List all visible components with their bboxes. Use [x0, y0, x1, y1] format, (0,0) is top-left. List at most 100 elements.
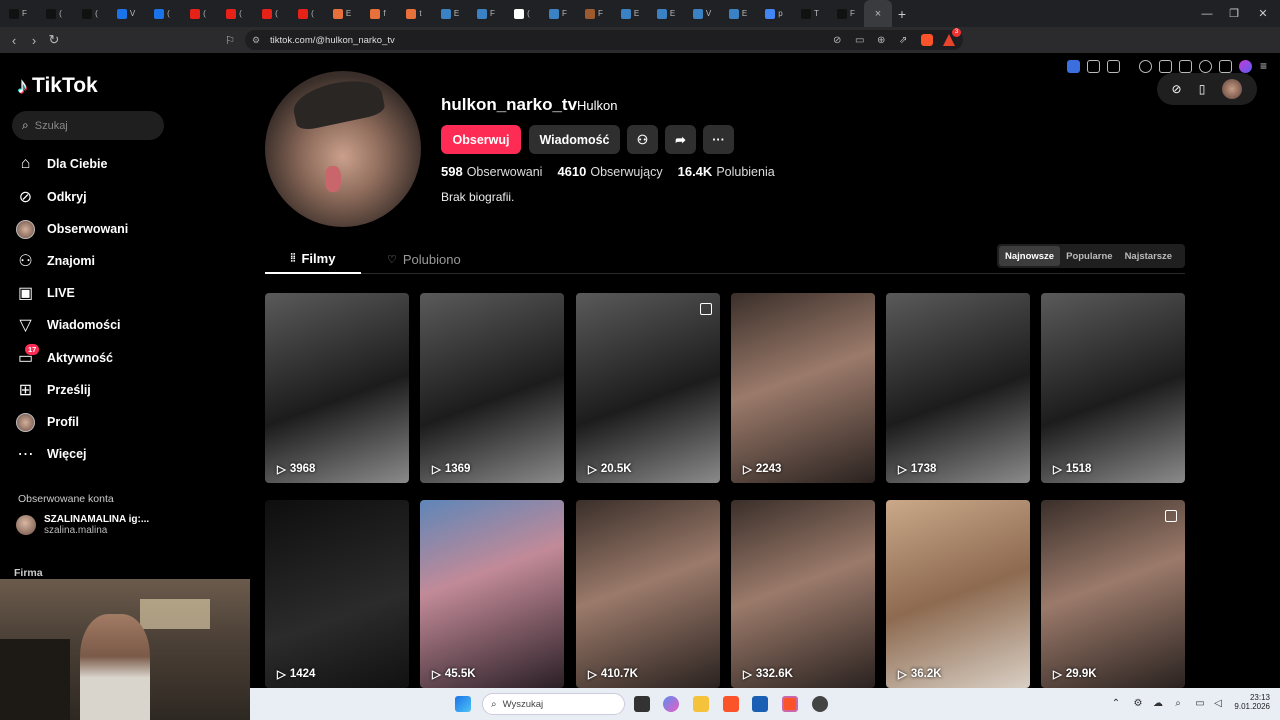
active-browser-tab[interactable]: × [864, 0, 892, 27]
video-thumbnail[interactable]: ▷ 20.5K [576, 293, 720, 483]
share-profile-button[interactable]: ➦ [665, 125, 696, 154]
video-thumbnail[interactable]: ▷ 1369 [420, 293, 564, 483]
app-icon[interactable] [812, 696, 828, 712]
add-friend-button[interactable]: ⚇ [627, 125, 658, 154]
browser-tab[interactable]: ( [216, 0, 252, 27]
browser-tab[interactable]: ( [36, 0, 72, 27]
menu-icon[interactable]: ≡ [1260, 59, 1267, 73]
task-view-icon[interactable] [634, 696, 650, 712]
compass-icon[interactable]: ⊘ [1172, 82, 1182, 96]
brave-active-icon[interactable] [782, 696, 798, 712]
sidebar-item-wiadomości[interactable]: ▽ Wiadomości [16, 314, 120, 336]
browser-tab[interactable]: F [468, 0, 504, 27]
browser-tab[interactable]: E [432, 0, 468, 27]
close-window-button[interactable]: ✕ [1246, 0, 1280, 27]
file-explorer-icon[interactable] [693, 696, 709, 712]
zoom-icon[interactable]: ⊕ [877, 35, 885, 46]
onedrive-icon[interactable]: ☁ [1152, 698, 1164, 710]
profile-extension-icon[interactable] [1239, 60, 1252, 73]
sidebar-item-aktywność[interactable]: ▭ 17 Aktywność [16, 343, 113, 369]
site-info-icon[interactable]: ⚙ [252, 35, 260, 46]
search-input[interactable]: ⌕ Szukaj [12, 111, 164, 140]
video-thumbnail[interactable]: ▷ 1424 [265, 500, 409, 688]
more-options-button[interactable]: ··· [703, 125, 734, 154]
follow-button[interactable]: Obserwuj [441, 125, 521, 154]
reload-button[interactable]: ↻ [44, 30, 64, 50]
browser-tab[interactable]: E [612, 0, 648, 27]
browser-tab[interactable]: ( [504, 0, 540, 27]
browser-tab[interactable]: ( [72, 0, 108, 27]
tiktok-logo[interactable]: ♪ TikTok [17, 73, 98, 99]
puzzle-extension-icon[interactable] [1087, 60, 1100, 73]
sidebar-item-więcej[interactable]: ⋯ Więcej [16, 443, 87, 465]
followed-account-item[interactable]: SZALINAMALINA ig:... szalina.malina [16, 514, 149, 536]
profile-stat[interactable]: 598 Obserwowani [441, 164, 542, 179]
url-bar[interactable]: ⚙ tiktok.com/@hulkon_narko_tv ⊘ ▭ ⊕ ⇗ 3 [245, 28, 963, 50]
video-thumbnail[interactable]: ▷ 45.5K [420, 500, 564, 688]
browser-tab[interactable]: F [576, 0, 612, 27]
start-button[interactable] [455, 696, 471, 712]
sidebar-item-odkryj[interactable]: ⊘ Odkryj [16, 186, 87, 208]
footer-heading[interactable]: Firma [14, 567, 43, 579]
sidebar-item-znajomi[interactable]: ⚇ Znajomi [16, 250, 95, 272]
browser-tab[interactable]: E [720, 0, 756, 27]
browser-tab[interactable]: f [360, 0, 396, 27]
sidebar-item-profil[interactable]: Profil [16, 411, 79, 433]
sidebar-item-dla-ciebie[interactable]: ⌂ Dla Ciebie [16, 153, 108, 175]
sidebar-icon[interactable] [1159, 60, 1172, 73]
video-thumbnail[interactable]: ▷ 410.7K [576, 500, 720, 688]
leo-icon[interactable] [1199, 60, 1212, 73]
sidebar-item-obserwowani[interactable]: Obserwowani [16, 218, 128, 240]
tab-liked[interactable]: ♡ Polubiono [387, 244, 461, 274]
no-camera-icon[interactable]: ⊘ [833, 35, 841, 46]
tray-chevron-icon[interactable]: ⌃ [1110, 698, 1122, 710]
browser-tab[interactable]: E [648, 0, 684, 27]
brave-shields-icon[interactable] [921, 34, 933, 46]
video-thumbnail[interactable]: ▷ 332.6K [731, 500, 875, 688]
store-icon[interactable] [752, 696, 768, 712]
video-thumbnail[interactable]: ▷ 36.2K [886, 500, 1030, 688]
phone-app-icon[interactable]: ▯ [1199, 82, 1206, 96]
sidebar-item-prześlij[interactable]: ⊞ Prześlij [16, 379, 91, 401]
browser-tab[interactable]: p [756, 0, 792, 27]
video-thumbnail[interactable]: ▷ 29.9K [1041, 500, 1185, 688]
video-thumbnail[interactable]: ▷ 1518 [1041, 293, 1185, 483]
extension-icon[interactable] [1067, 60, 1080, 73]
profile-stat[interactable]: 4610 Obserwujący [557, 164, 662, 179]
bookmark-icon[interactable]: ⚐ [220, 30, 240, 50]
browser-tab[interactable]: t [396, 0, 432, 27]
user-avatar[interactable] [1222, 79, 1243, 99]
cast-icon[interactable]: ▭ [855, 35, 864, 46]
browser-tab[interactable]: V [108, 0, 144, 27]
copilot-icon[interactable] [663, 696, 679, 712]
browser-tab[interactable]: V [684, 0, 720, 27]
browser-tab[interactable]: ( [144, 0, 180, 27]
system-clock[interactable]: 23:13 9.01.2026 [1230, 693, 1270, 711]
browser-tab[interactable]: ( [252, 0, 288, 27]
sort-option-popularne[interactable]: Popularne [1060, 246, 1118, 266]
browser-tab[interactable]: F [828, 0, 864, 27]
tray-app-icon[interactable]: ⚙ [1132, 698, 1144, 710]
taskbar-search[interactable]: ⌕ Wyszukaj [482, 693, 625, 715]
sort-option-najnowsze[interactable]: Najnowsze [999, 246, 1061, 266]
tab-films[interactable]: ⦙⦙ Filmy [265, 244, 361, 274]
browser-tab[interactable]: ( [288, 0, 324, 27]
new-tab-button[interactable]: + [892, 6, 912, 22]
browser-tab[interactable]: T [792, 0, 828, 27]
video-thumbnail[interactable]: ▷ 3968 [265, 293, 409, 483]
microphone-icon[interactable]: ⌕ [1172, 698, 1184, 710]
screenshot-extension-icon[interactable] [1107, 60, 1120, 73]
media-icon[interactable] [1139, 60, 1152, 73]
browser-tab[interactable]: ( [180, 0, 216, 27]
wallet-icon[interactable] [1179, 60, 1192, 73]
vpn-icon[interactable] [1219, 60, 1232, 73]
video-thumbnail[interactable]: ▷ 2243 [731, 293, 875, 483]
brave-browser-icon[interactable] [723, 696, 739, 712]
video-thumbnail[interactable]: ▷ 1738 [886, 293, 1030, 483]
browser-tab[interactable]: F [540, 0, 576, 27]
back-button[interactable]: ‹ [4, 30, 24, 50]
browser-tab[interactable]: F [0, 0, 36, 27]
sidebar-item-live[interactable]: ▣ LIVE [16, 282, 75, 304]
forward-button[interactable]: › [24, 30, 44, 50]
sort-option-najstarsze[interactable]: Najstarsze [1119, 246, 1179, 266]
